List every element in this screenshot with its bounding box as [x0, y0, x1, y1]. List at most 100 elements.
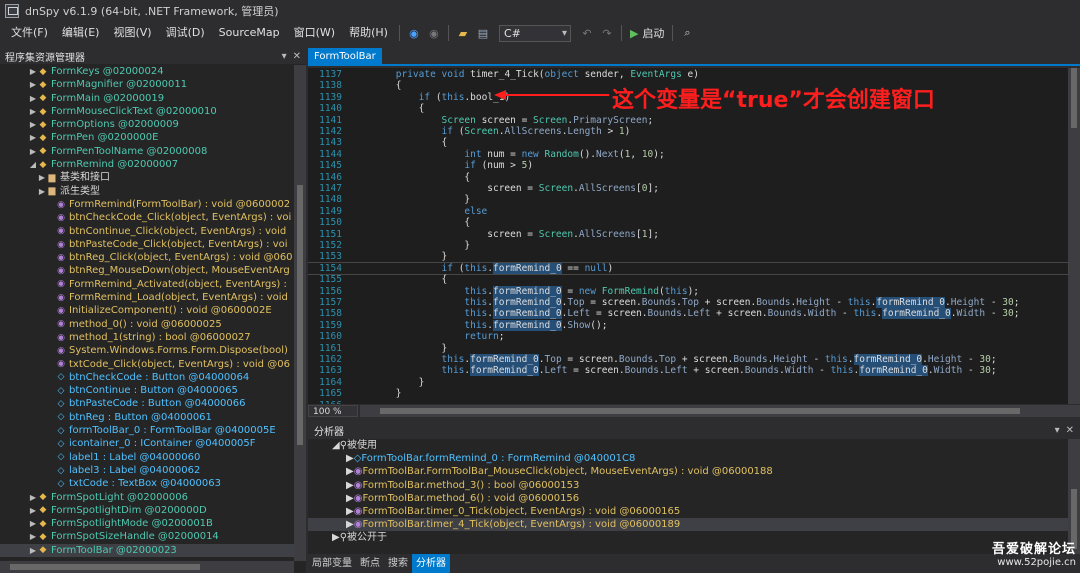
code-editor[interactable]: 1137 private void timer_4_Tick(object se…: [308, 68, 1080, 404]
menu-window[interactable]: 窗口(W): [287, 22, 342, 44]
code-line[interactable]: 1153 }: [308, 251, 1068, 262]
scroll-thumb[interactable]: [380, 408, 1020, 414]
expand-arrow-icon[interactable]: ▶: [38, 185, 46, 198]
menu-edit[interactable]: 编辑(E): [55, 22, 107, 44]
analyzer-vertical-scrollbar[interactable]: [1068, 439, 1080, 554]
tree-item[interactable]: ▶ ▆ 派生类型: [0, 185, 294, 198]
zoom-level[interactable]: 100 %: [308, 405, 358, 417]
code-line[interactable]: 1160 return;: [308, 331, 1068, 342]
collapse-arrow-icon[interactable]: ◢: [29, 158, 37, 171]
menu-help[interactable]: 帮助(H): [342, 22, 395, 44]
analyzer-item[interactable]: ▶ ◉ FormToolBar.method_6() : void @0600015…: [308, 492, 1080, 505]
code-line[interactable]: 1137 private void timer_4_Tick(object se…: [308, 69, 1068, 80]
tree-item[interactable]: ◇ formToolBar_0 : FormToolBar @0400005E: [0, 424, 294, 437]
code-line[interactable]: 1143 {: [308, 137, 1068, 148]
code-line[interactable]: 1142 if (Screen.AllScreens.Length > 1): [308, 126, 1068, 137]
tree-item[interactable]: ◉ txtCode_Click(object, EventArgs) : void…: [0, 358, 294, 371]
code-line[interactable]: 1144 int num = new Random().Next(1, 10);: [308, 149, 1068, 160]
tree-item[interactable]: ◇ label1 : Label @04000060: [0, 451, 294, 464]
expand-arrow-icon[interactable]: ▶: [38, 171, 46, 184]
analyzer-item[interactable]: ▶ ◉ FormToolBar.timer_0_Tick(object, Event…: [308, 505, 1080, 518]
tree-item[interactable]: ▶ ▆ 基类和接口: [0, 171, 294, 184]
code-line[interactable]: 1161 }: [308, 343, 1068, 354]
tree-item[interactable]: ▶ ◆ FormKeys @02000024: [0, 65, 294, 78]
expand-arrow-icon[interactable]: ▶: [346, 452, 354, 465]
analyzer-item[interactable]: ▶ ◇ FormToolBar.formRemind_0 : FormRemind …: [308, 452, 1080, 465]
scroll-thumb[interactable]: [1071, 68, 1077, 128]
tree-item[interactable]: ◇ icontainer_0 : IContainer @0400005F: [0, 437, 294, 450]
analyzer-item[interactable]: ▶ ◉ FormToolBar.timer_4_Tick(object, Event…: [308, 518, 1080, 532]
expand-arrow-icon[interactable]: ▶: [29, 530, 37, 543]
expand-arrow-icon[interactable]: ▶: [29, 105, 37, 118]
tree-item[interactable]: ◉ btnReg_Click(object, EventArgs) : void …: [0, 251, 294, 264]
tree-item[interactable]: ◉ FormRemind_Activated(object, EventArgs)…: [0, 278, 294, 291]
editor-horizontal-scrollbar[interactable]: [360, 405, 1080, 417]
explorer-horizontal-scrollbar[interactable]: [0, 561, 294, 573]
expand-arrow-icon[interactable]: ▶: [29, 118, 37, 131]
code-line[interactable]: 1163 this.formRemind_0.Left = screen.Bou…: [308, 365, 1068, 377]
tab-locals[interactable]: 局部变量: [308, 554, 356, 573]
expand-arrow-icon[interactable]: ▶: [346, 479, 354, 492]
tree-item[interactable]: ◇ txtCode : TextBox @04000063: [0, 477, 294, 490]
tree-item[interactable]: ▶ ◆ FormOptions @02000009: [0, 118, 294, 131]
tree-item[interactable]: ▶ ◆ FormSpotlightDim @0200000D: [0, 504, 294, 517]
code-line[interactable]: 1147 screen = Screen.AllScreens[0];: [308, 183, 1068, 194]
expand-arrow-icon[interactable]: ▶: [29, 491, 37, 504]
expand-arrow-icon[interactable]: ▶: [29, 65, 37, 78]
code-line[interactable]: 1165 }: [308, 388, 1068, 399]
close-icon[interactable]: ✕: [293, 51, 301, 62]
scroll-thumb[interactable]: [297, 185, 303, 445]
code-line[interactable]: 1151 screen = Screen.AllScreens[1];: [308, 229, 1068, 240]
redo-icon[interactable]: ↷: [599, 25, 615, 41]
tree-item[interactable]: ◢ ◆ FormRemind @02000007: [0, 158, 294, 171]
expand-arrow-icon[interactable]: ▶: [346, 518, 354, 531]
tree-item[interactable]: ◇ btnCheckCode : Button @04000064: [0, 371, 294, 384]
search-icon[interactable]: ⌕: [679, 25, 695, 41]
tab-breakpoints[interactable]: 断点: [356, 554, 384, 573]
code-line[interactable]: 1148 }: [308, 194, 1068, 205]
code-line[interactable]: 1154 if (this.formRemind_0 == null): [308, 261, 1069, 276]
code-line[interactable]: 1141 Screen screen = Screen.PrimaryScree…: [308, 115, 1068, 126]
expand-arrow-icon[interactable]: ▶: [29, 544, 37, 557]
expand-arrow-icon[interactable]: ▶: [29, 504, 37, 517]
tree-item[interactable]: ◇ btnReg : Button @04000061: [0, 411, 294, 424]
tree-item[interactable]: ▶ ◆ FormMouseClickText @02000010: [0, 105, 294, 118]
code-line[interactable]: 1152 }: [308, 240, 1068, 251]
save-all-icon[interactable]: ▤: [475, 25, 491, 41]
analyzer-item[interactable]: ▶ ◉ FormToolBar.method_3() : bool @0600015…: [308, 479, 1080, 492]
code-line[interactable]: 1149 else: [308, 206, 1068, 217]
expand-arrow-icon[interactable]: ▶: [346, 492, 354, 505]
code-line[interactable]: 1155 {: [308, 274, 1068, 285]
start-button[interactable]: ▶ 启动: [630, 25, 664, 41]
expand-arrow-icon[interactable]: ▶: [29, 92, 37, 105]
tree-item[interactable]: ▶ ◆ FormSpotSizeHandle @02000014: [0, 530, 294, 543]
tab-formtoolbar[interactable]: FormToolBar: [308, 48, 382, 66]
close-icon[interactable]: ✕: [1066, 425, 1074, 436]
scroll-thumb[interactable]: [10, 564, 200, 570]
expand-arrow-icon[interactable]: ▶: [332, 531, 340, 544]
code-line[interactable]: 1146 {: [308, 172, 1068, 183]
tree-item[interactable]: ◉ InitializeComponent() : void @0600002E: [0, 304, 294, 317]
explorer-vertical-scrollbar[interactable]: [294, 65, 306, 561]
tree-item[interactable]: ▶ ◆ FormMain @02000019: [0, 92, 294, 105]
tree-item[interactable]: ◉ method_0() : void @06000025: [0, 318, 294, 331]
menu-view[interactable]: 视图(V): [106, 22, 158, 44]
expand-arrow-icon[interactable]: ▶: [29, 131, 37, 144]
dropdown-icon[interactable]: ▾: [1055, 425, 1060, 436]
code-line[interactable]: 1162 this.formRemind_0.Top = screen.Boun…: [308, 354, 1068, 365]
tree-item[interactable]: ◉ System.Windows.Forms.Form.Dispose(bool): [0, 344, 294, 357]
tree-item[interactable]: ◉ btnReg_MouseDown(object, MouseEventArg: [0, 264, 294, 277]
expand-arrow-icon[interactable]: ▶: [346, 465, 354, 478]
undo-icon[interactable]: ↶: [579, 25, 595, 41]
tree-item[interactable]: ◉ btnContinue_Click(object, EventArgs) : …: [0, 225, 294, 238]
back-icon[interactable]: ◉: [406, 25, 422, 41]
tree-item[interactable]: ▶ ◆ FormToolBar @02000023: [0, 543, 294, 557]
menu-debug[interactable]: 调试(D): [159, 22, 212, 44]
tree-item[interactable]: ▶ ◆ FormSpotlightMode @0200001B: [0, 517, 294, 530]
expand-arrow-icon[interactable]: ▶: [29, 78, 37, 91]
code-line[interactable]: 1159 this.formRemind_0.Show();: [308, 319, 1068, 331]
analyzer-item[interactable]: ▶ ⚲ 被公开于: [308, 531, 1080, 544]
code-line[interactable]: 1145 if (num > 5): [308, 160, 1068, 171]
tab-search[interactable]: 搜索: [384, 554, 412, 573]
tree-item[interactable]: ▶ ◆ FormPen @0200000E: [0, 131, 294, 144]
